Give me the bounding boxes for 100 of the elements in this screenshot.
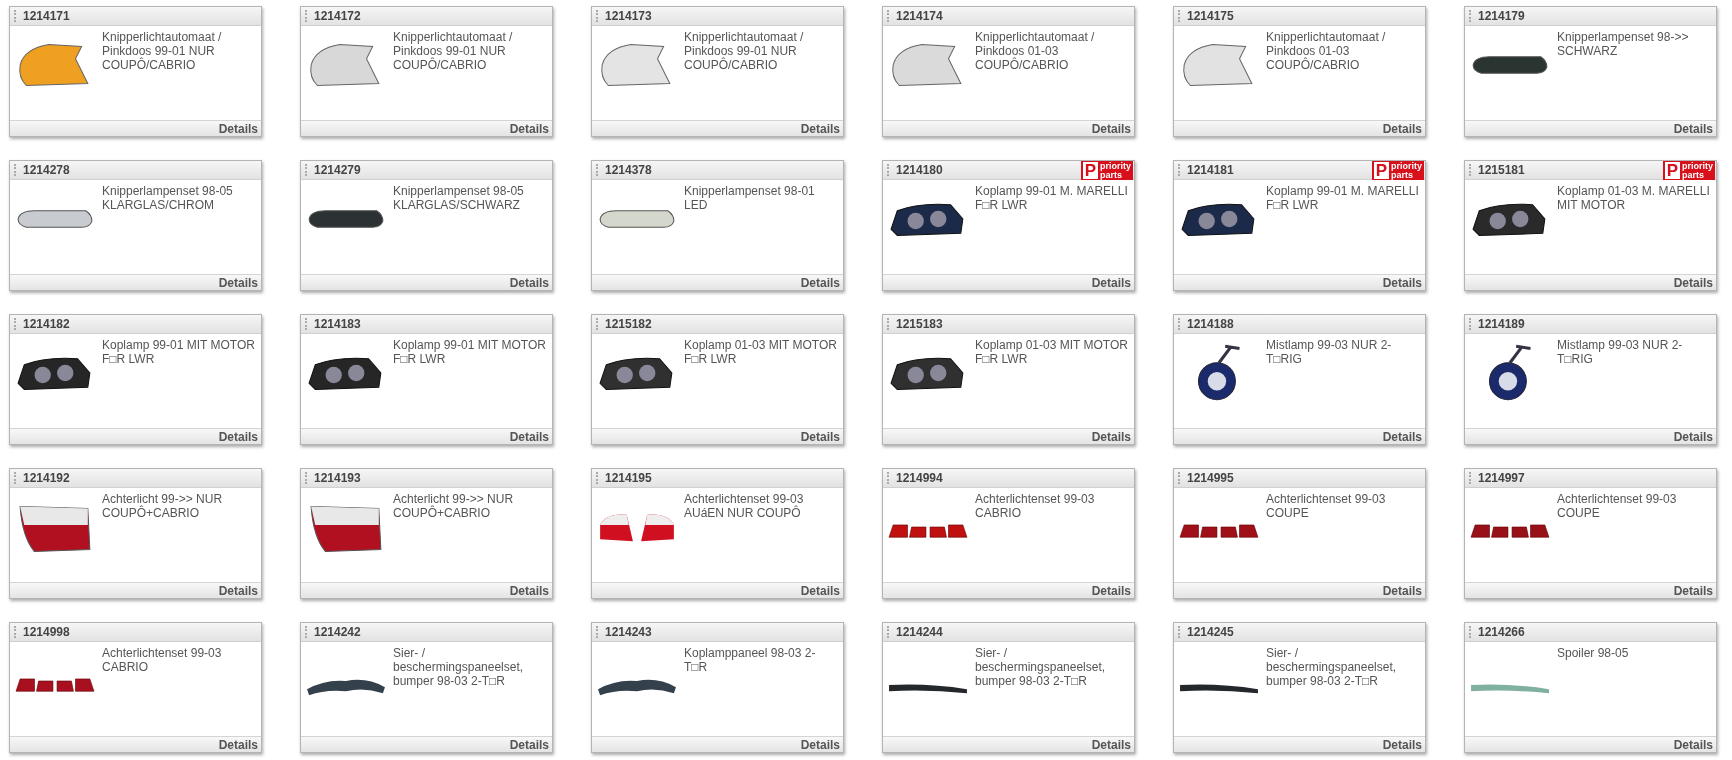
details-link[interactable]: Details xyxy=(1382,737,1422,752)
details-link[interactable]: Details xyxy=(509,121,549,136)
product-number: 1215183 xyxy=(896,317,943,331)
product-description: Koplamppaneel 98-03 2-T□R xyxy=(684,646,817,674)
product-number: 1214245 xyxy=(1187,625,1234,639)
drag-handle-icon[interactable] xyxy=(14,472,17,484)
drag-handle-icon[interactable] xyxy=(1469,164,1472,176)
product-description: Achterlichtenset 99-03 COUPE xyxy=(1557,492,1678,520)
drag-handle-icon[interactable] xyxy=(305,10,308,22)
product-number: 1214195 xyxy=(605,471,652,485)
product-description: Knipperlampenset 98-05 KLARGLAS/SCHWARZ xyxy=(393,184,525,212)
details-link[interactable]: Details xyxy=(218,121,258,136)
product-number: 1214997 xyxy=(1478,471,1525,485)
drag-handle-icon[interactable] xyxy=(596,472,599,484)
logo-text: parts xyxy=(1682,170,1704,180)
product-description: Spoiler 98-05 xyxy=(1557,646,1630,660)
product-number: 1214179 xyxy=(1478,9,1525,23)
product-number: 1214278 xyxy=(23,163,70,177)
drag-handle-icon[interactable] xyxy=(596,318,599,330)
drag-handle-icon[interactable] xyxy=(887,164,890,176)
product-description: Knipperlichtautomaat / Pinkdoos 99-01 NUR COUPÔ/CABRIO xyxy=(102,30,223,72)
drag-handle-icon[interactable] xyxy=(1178,318,1181,330)
product-description: Knipperlampenset 98-05 KLARGLAS/CHROM xyxy=(102,184,234,212)
product-description: Achterlichtenset 99-03 CABRIO xyxy=(102,646,223,674)
drag-handle-icon[interactable] xyxy=(305,318,308,330)
drag-handle-icon[interactable] xyxy=(596,626,599,638)
product-description: Knipperlampenset 98->> SCHWARZ xyxy=(1557,30,1690,58)
drag-handle-icon[interactable] xyxy=(1178,10,1181,22)
drag-handle-icon[interactable] xyxy=(305,164,308,176)
details-link[interactable]: Details xyxy=(218,583,258,598)
product-description: Knipperlichtautomaat / Pinkdoos 99-01 NUR COUPÔ/CABRIO xyxy=(393,30,514,72)
details-link[interactable]: Details xyxy=(800,583,840,598)
drag-handle-icon[interactable] xyxy=(14,10,17,22)
product-number: 1214183 xyxy=(314,317,361,331)
product-number: 1214182 xyxy=(23,317,70,331)
details-link[interactable]: Details xyxy=(1673,121,1713,136)
details-link[interactable]: Details xyxy=(1673,275,1713,290)
product-number: 1214242 xyxy=(314,625,361,639)
logo-text: parts xyxy=(1100,170,1122,180)
product-number: 1214173 xyxy=(605,9,652,23)
details-link[interactable]: Details xyxy=(1382,121,1422,136)
drag-handle-icon[interactable] xyxy=(14,626,17,638)
drag-handle-icon[interactable] xyxy=(596,164,599,176)
drag-handle-icon[interactable] xyxy=(1469,472,1472,484)
product-description: Knipperlichtautomaat / Pinkdoos 99-01 NUR COUPÔ/CABRIO xyxy=(684,30,805,72)
details-link[interactable]: Details xyxy=(509,583,549,598)
product-description: Achterlichtenset 99-03 COUPE xyxy=(1266,492,1387,520)
details-link[interactable]: Details xyxy=(1091,583,1131,598)
product-description: Achterlichtenset 99-03 AUáEN NUR COUPÔ xyxy=(684,492,805,520)
drag-handle-icon[interactable] xyxy=(887,10,890,22)
product-description: Mistlamp 99-03 NUR 2-T□RIG xyxy=(1266,338,1393,366)
details-link[interactable]: Details xyxy=(800,121,840,136)
details-link[interactable]: Details xyxy=(509,275,549,290)
drag-handle-icon[interactable] xyxy=(887,318,890,330)
details-link[interactable]: Details xyxy=(1673,737,1713,752)
product-description: Koplamp 01-03 MIT MOTOR F□R LWR xyxy=(684,338,838,366)
product-number: 1214998 xyxy=(23,625,70,639)
product-number: 1214181 xyxy=(1187,163,1234,177)
drag-handle-icon[interactable] xyxy=(1178,164,1181,176)
drag-handle-icon[interactable] xyxy=(887,472,890,484)
details-link[interactable]: Details xyxy=(1091,737,1131,752)
drag-handle-icon[interactable] xyxy=(1178,626,1181,638)
product-number: 1214266 xyxy=(1478,625,1525,639)
product-description: Sier- / beschermingspaneelset, bumper 98-03 2-T□R xyxy=(1266,646,1398,688)
details-link[interactable]: Details xyxy=(1382,583,1422,598)
drag-handle-icon[interactable] xyxy=(1469,318,1472,330)
details-link[interactable]: Details xyxy=(1673,583,1713,598)
details-link[interactable]: Details xyxy=(1382,429,1422,444)
drag-handle-icon[interactable] xyxy=(14,164,17,176)
details-link[interactable]: Details xyxy=(800,737,840,752)
drag-handle-icon[interactable] xyxy=(1469,626,1472,638)
drag-handle-icon[interactable] xyxy=(305,472,308,484)
product-description: Mistlamp 99-03 NUR 2-T□RIG xyxy=(1557,338,1684,366)
drag-handle-icon[interactable] xyxy=(887,626,890,638)
product-number: 1214994 xyxy=(896,471,943,485)
details-link[interactable]: Details xyxy=(1091,275,1131,290)
product-description: Sier- / beschermingspaneelset, bumper 98-03 2-T□R xyxy=(393,646,525,688)
details-link[interactable]: Details xyxy=(1091,121,1131,136)
details-link[interactable]: Details xyxy=(509,429,549,444)
product-description: Koplamp 99-01 MIT MOTOR F□R LWR xyxy=(102,338,256,366)
details-link[interactable]: Details xyxy=(800,429,840,444)
details-link[interactable]: Details xyxy=(218,737,258,752)
details-link[interactable]: Details xyxy=(800,275,840,290)
drag-handle-icon[interactable] xyxy=(1469,10,1472,22)
drag-handle-icon[interactable] xyxy=(14,318,17,330)
drag-handle-icon[interactable] xyxy=(1178,472,1181,484)
details-link[interactable]: Details xyxy=(1091,429,1131,444)
logo-letter: P xyxy=(1664,162,1680,179)
product-description: Koplamp 99-01 M. MARELLI F□R LWR xyxy=(1266,184,1420,212)
product-description: Knipperlampenset 98-01 LED xyxy=(684,184,816,212)
logo-text: priority xyxy=(1100,161,1131,171)
details-link[interactable]: Details xyxy=(509,737,549,752)
details-link[interactable]: Details xyxy=(218,275,258,290)
drag-handle-icon[interactable] xyxy=(596,10,599,22)
details-link[interactable]: Details xyxy=(1382,275,1422,290)
details-link[interactable]: Details xyxy=(1673,429,1713,444)
product-description: Koplamp 01-03 M. MARELLI MIT MOTOR xyxy=(1557,184,1711,212)
product-description: Koplamp 99-01 MIT MOTOR F□R LWR xyxy=(393,338,547,366)
drag-handle-icon[interactable] xyxy=(305,626,308,638)
details-link[interactable]: Details xyxy=(218,429,258,444)
